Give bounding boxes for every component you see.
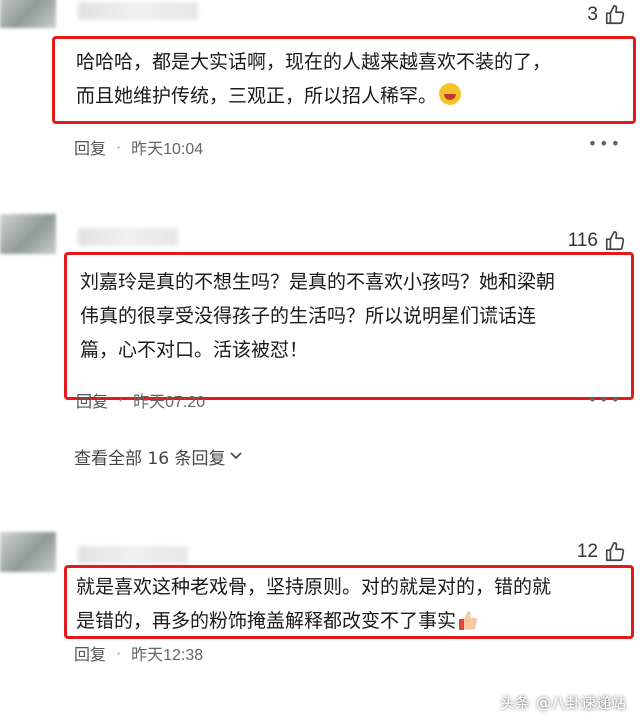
timestamp: 昨天07:20: [133, 394, 206, 411]
watermark-source: 头条: [499, 694, 530, 712]
avatar[interactable]: [0, 532, 56, 572]
like-count: 3: [587, 4, 598, 25]
reply-button[interactable]: 回复: [74, 641, 106, 665]
username-blurred[interactable]: [78, 228, 178, 246]
comment-meta: 回复 · 昨天12:38: [74, 641, 203, 665]
avatar[interactable]: [0, 214, 56, 254]
view-all-replies-link[interactable]: 查看全部 16 条回复: [74, 444, 243, 469]
comment-line: 伟真的很享受没得孩子的生活吗？所以说明星们谎话连: [80, 305, 537, 327]
comment-line: 就是喜欢这种老戏骨，坚持原则。对的就是对的，错的就: [76, 576, 552, 598]
username-blurred[interactable]: [78, 2, 198, 20]
comment-line: 而且她维护传统，三观正，所以招人稀罕。: [76, 79, 551, 113]
thumbs-up-icon: [604, 230, 626, 252]
watermark: 头条 @八卦速递站: [500, 692, 626, 713]
comment-text: 哈哈哈，都是大实话啊，现在的人越来越喜欢不装的了， 而且她维护传统，三观正，所以…: [76, 45, 551, 113]
comment-meta: 回复 · 昨天07:20: [76, 388, 205, 412]
more-options-icon[interactable]: •••: [588, 390, 622, 409]
comment-line: 篇，心不对口。活该被怼！: [80, 339, 309, 361]
like-count: 116: [567, 230, 598, 251]
timestamp: 昨天12:38: [131, 647, 204, 664]
separator: ·: [116, 137, 122, 157]
avatar[interactable]: [0, 0, 56, 28]
comment-line: 刘嘉玲是真的不想生吗？是真的不喜欢小孩吗？她和梁朝: [80, 271, 556, 293]
username-blurred[interactable]: [78, 546, 188, 564]
separator: ·: [118, 390, 124, 410]
chevron-down-icon: [229, 447, 243, 467]
comment-text: 刘嘉玲是真的不想生吗？是真的不喜欢小孩吗？她和梁朝 伟真的很享受没得孩子的生活吗…: [80, 265, 555, 367]
thumbs-up-emoji-icon: [458, 608, 478, 630]
reply-button[interactable]: 回复: [76, 388, 108, 412]
like-count: 12: [576, 541, 598, 562]
reply-button[interactable]: 回复: [74, 135, 106, 159]
comment-text: 就是喜欢这种老戏骨，坚持原则。对的就是对的，错的就 是错的，再多的粉饰掩盖解释都…: [76, 570, 551, 638]
thumbs-up-icon: [604, 4, 626, 26]
comment-meta: 回复 · 昨天10:04: [74, 135, 203, 159]
watermark-account: @八卦速递站: [535, 694, 626, 712]
comment-line: 是错的，再多的粉饰掩盖解释都改变不了事实: [76, 604, 551, 638]
comment-line: 哈哈哈，都是大实话啊，现在的人越来越喜欢不装的了，: [76, 51, 552, 73]
like-button[interactable]: 116: [568, 230, 626, 252]
like-button[interactable]: 12: [577, 541, 626, 563]
thumbs-up-icon: [604, 541, 626, 563]
timestamp: 昨天10:04: [131, 141, 204, 158]
like-button[interactable]: 3: [587, 4, 626, 26]
separator: ·: [116, 643, 122, 663]
view-all-label: 查看全部 16 条回复: [74, 449, 226, 469]
laughing-emoji-icon: [439, 83, 462, 105]
more-options-icon[interactable]: •••: [588, 134, 622, 153]
